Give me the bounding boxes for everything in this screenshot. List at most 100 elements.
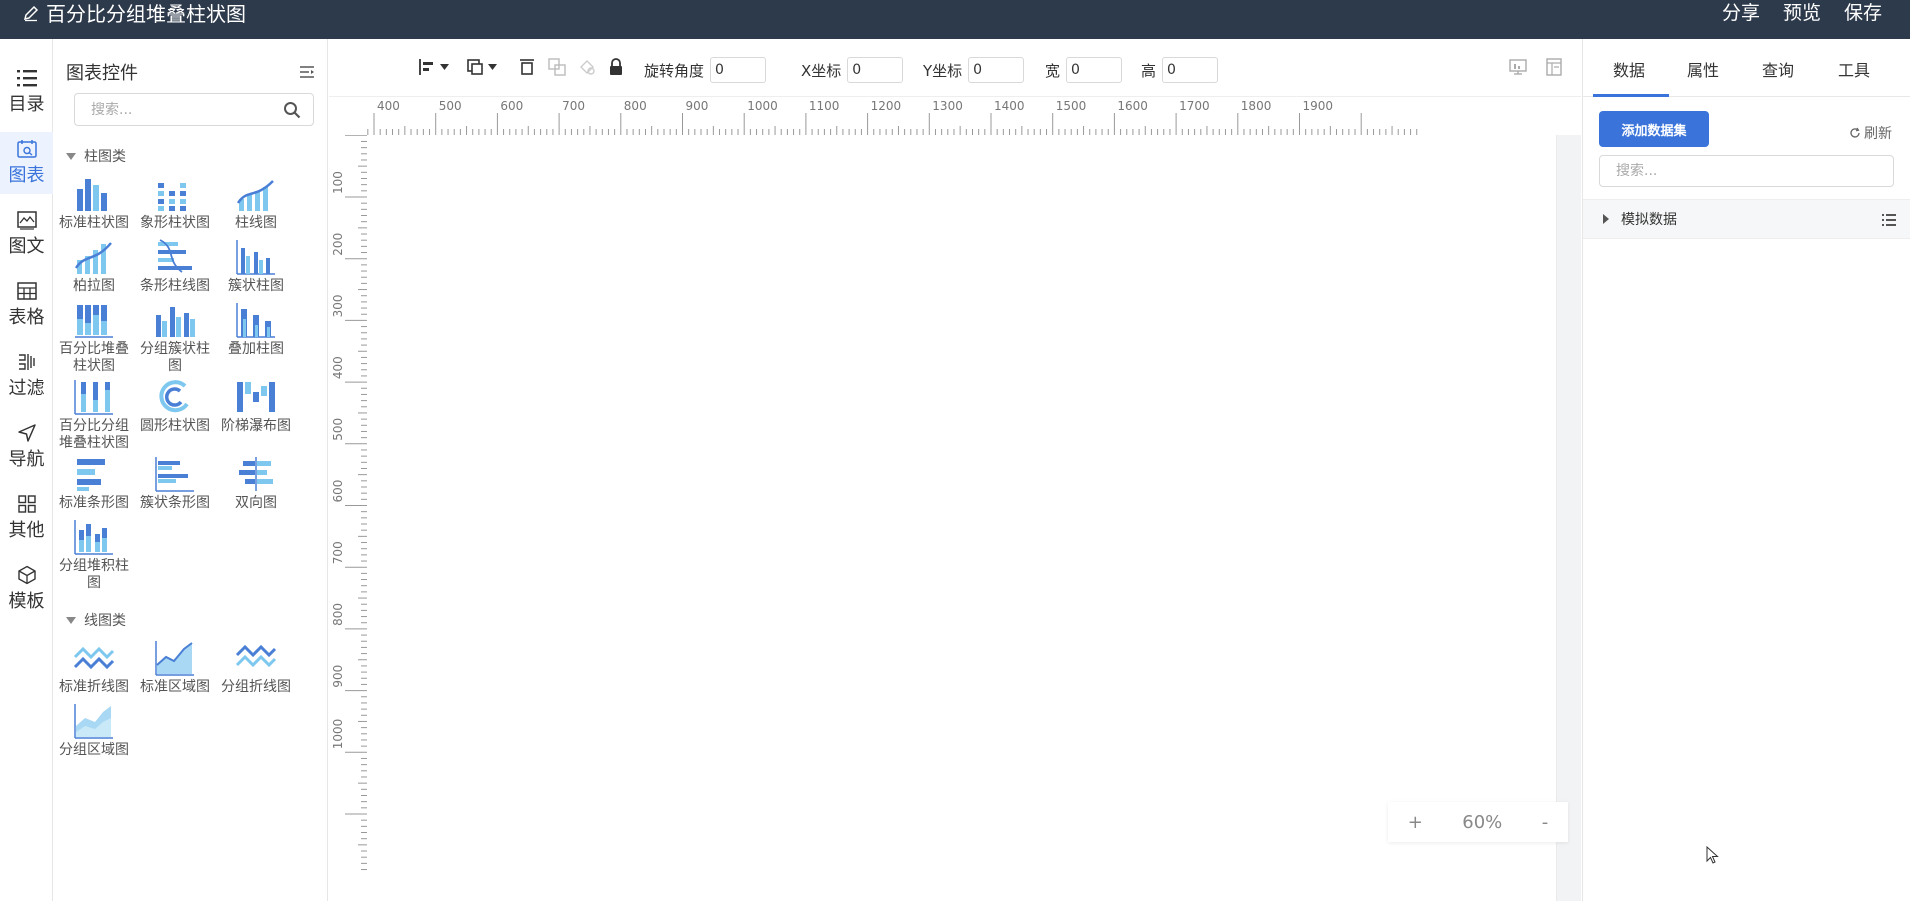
align-dropdown[interactable] [418,58,449,76]
widget-percent-stacked-bar[interactable]: 百分比堆叠柱状图 [54,301,134,375]
add-dataset-button[interactable]: 添加数据集 [1599,111,1709,147]
dataset-search-input[interactable] [1616,156,1886,186]
x-coordinate-input[interactable] [847,57,904,83]
ruler-label: 700 [331,541,345,564]
nav-item-image-text[interactable]: 图文 [0,203,53,265]
widget-standard-area[interactable]: 标准区域图 [135,639,215,696]
dataset-label: 模拟数据 [1621,212,1677,228]
distribute-icon[interactable] [518,58,536,76]
width-label: 宽 [1045,61,1061,80]
widget-standard-line[interactable]: 标准折线图 [54,639,134,696]
rotation-input[interactable] [710,57,767,83]
lock-icon[interactable] [608,58,624,76]
widget-step-waterfall[interactable]: 阶梯瀑布图 [216,378,296,435]
widget-standard-bar[interactable]: 标准柱状图 [54,175,134,232]
zoom-out-button[interactable]: - [1542,812,1549,833]
widget-circular-bar[interactable]: 圆形柱状图 [135,378,215,435]
widget-label: 圆形柱状图 [140,418,210,434]
nav-item-table[interactable]: 表格 [0,274,53,336]
y-coordinate-field: Y坐标 [923,57,1025,83]
widget-percent-grouped-stacked-bar[interactable]: 百分比分组堆叠柱状图 [54,378,134,452]
collapse-menu-icon[interactable] [299,65,315,79]
screen-icon[interactable] [1508,58,1528,76]
y-coordinate-input[interactable] [968,57,1025,83]
layer-dropdown[interactable] [466,58,497,76]
mobile-layout-icon[interactable] [1544,58,1564,76]
width-input[interactable] [1066,57,1123,83]
nav-item-catalog[interactable]: 目录 [0,61,53,123]
mouse-cursor-icon [1706,846,1719,864]
ruler-label: 500 [331,418,345,441]
list-icon [16,70,37,87]
grouped-clustered-bar-chart-icon [156,307,195,337]
widget-grouped-stacked-bar[interactable]: 分组堆积柱图 [54,518,134,592]
list-menu-icon[interactable] [1881,213,1897,227]
design-canvas[interactable] [367,135,1557,901]
widget-label: 双向图 [235,495,277,511]
nav-item-filter[interactable]: 过滤 [0,345,53,407]
standard-area-chart-icon [155,641,194,676]
tab-tools[interactable]: 工具 [1838,57,1870,81]
ruler-label: 1600 [1117,99,1148,113]
widget-label: 标准柱状图 [59,215,129,231]
group-icon[interactable] [548,58,566,76]
widget-bidirectional-bar[interactable]: 双向图 [216,455,296,512]
widget-grouped-area[interactable]: 分组区域图 [54,702,134,759]
nav-label-chart: 图表 [8,165,45,186]
height-field: 高 [1141,57,1219,83]
widget-search-input[interactable] [91,94,286,125]
tab-query[interactable]: 查询 [1762,57,1794,81]
pareto-chart-icon [74,242,112,274]
widget-horizontal-bar-line[interactable]: 条形柱线图 [135,238,215,295]
nav-item-other[interactable]: 其他 [0,487,53,549]
widget-label: 簇状条形图 [140,495,210,511]
rotation-label: 旋转角度 [644,61,705,80]
widget-pictorial-bar[interactable]: 象形柱状图 [135,175,215,232]
zoom-in-button[interactable]: + [1408,812,1423,833]
horizontal-bar-line-chart-icon [158,239,192,273]
height-input[interactable] [1162,57,1219,83]
refresh-button[interactable]: 刷新 [1849,123,1892,143]
tab-properties[interactable]: 属性 [1687,57,1719,81]
widget-label: 分组折线图 [221,679,291,695]
widget-label: 柱线图 [235,215,277,231]
page-title: 百分比分组堆叠柱状图 [46,2,246,26]
save-button[interactable]: 保存 [1844,0,1882,25]
nav-label-image-text: 图文 [8,236,45,257]
widget-pareto[interactable]: 柏拉图 [54,238,134,295]
widget-bar-line[interactable]: 柱线图 [216,175,296,232]
search-icon[interactable] [283,101,301,119]
dataset-item-mock[interactable]: 模拟数据 [1583,199,1910,239]
widget-overlay-bar[interactable]: 叠加柱图 [216,301,296,358]
table-icon [16,282,37,300]
category-bar[interactable]: 柱图类 [66,146,126,166]
widget-standard-horizontal-bar[interactable]: 标准条形图 [54,455,134,512]
grouped-stacked-bar-chart-icon [74,520,113,555]
widget-clustered-bar[interactable]: 簇状柱图 [216,238,296,295]
left-nav: 目录 图表 图文 表格 过滤 导航 其他 模板 [0,39,53,901]
canvas-area: 旋转角度 X坐标 Y坐标 宽 高 [329,39,1581,901]
nav-item-navigation[interactable]: 导航 [0,416,53,478]
nav-label-filter: 过滤 [8,378,45,399]
widget-grouped-clustered-bar[interactable]: 分组簇状柱图 [135,301,215,375]
nav-item-template[interactable]: 模板 [0,558,53,620]
widget-clustered-horizontal-bar[interactable]: 簇状条形图 [135,455,215,512]
category-line[interactable]: 线图类 [66,610,126,630]
widget-panel: 图表控件 柱图类 标准柱状图 [54,39,328,901]
widget-label: 象形柱状图 [140,215,210,231]
grouped-line-chart-icon [235,644,277,668]
widget-grouped-line[interactable]: 分组折线图 [216,639,296,696]
rotation-field: 旋转角度 [644,57,767,83]
edit-icon[interactable] [22,4,40,22]
widget-search-box [74,93,314,126]
widget-label: 叠加柱图 [228,341,284,357]
ungroup-icon[interactable] [578,58,596,76]
ruler-label: 1000 [747,99,778,113]
nav-item-chart[interactable]: 图表 [0,132,53,194]
share-button[interactable]: 分享 [1722,0,1760,25]
standard-line-chart-icon [73,646,115,670]
ruler-label: 400 [331,356,345,379]
tab-data[interactable]: 数据 [1613,57,1645,81]
preview-button[interactable]: 预览 [1783,0,1821,25]
canvas-toolbar: 旋转角度 X坐标 Y坐标 宽 高 [329,39,1581,97]
